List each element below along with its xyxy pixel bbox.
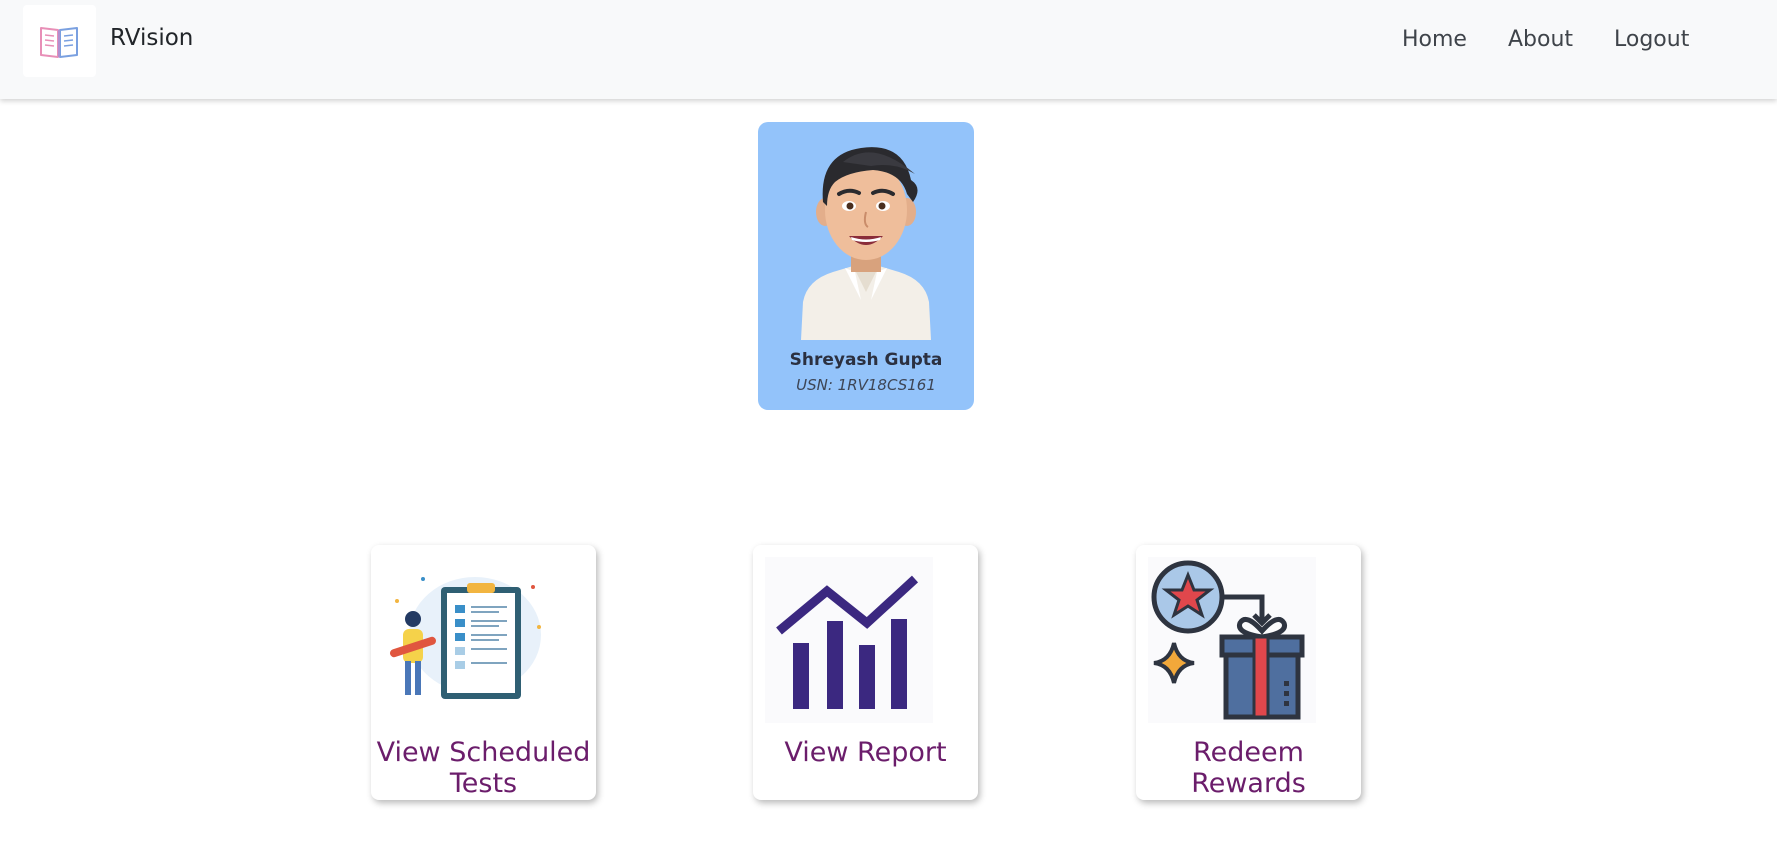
brand-logo[interactable] [23,5,96,77]
profile-name: Shreyash Gupta [789,350,943,370]
view-scheduled-tests-title[interactable]: View Scheduled Tests [371,737,596,799]
navbar: RVision Home About Logout [0,0,1777,99]
nav-link-logout[interactable]: Logout [1614,27,1689,52]
nav-link-home[interactable]: Home [1402,27,1467,52]
redeem-rewards-title[interactable]: Redeem Rewards [1136,737,1361,799]
view-report-title[interactable]: View Report [753,737,978,768]
view-report-card[interactable]: View Report [753,545,978,800]
view-scheduled-tests-card[interactable]: View Scheduled Tests [371,545,596,800]
clipboard-checklist-icon [389,577,541,699]
open-book-icon [40,27,78,58]
brand-name[interactable]: RVision [110,25,193,51]
nav-link-about[interactable]: About [1508,27,1573,52]
redeem-rewards-card[interactable]: Redeem Rewards [1136,545,1361,800]
avatar [801,147,931,340]
profile-usn: USN: 1RV18CS161 [796,376,936,394]
gift-reward-icon [1148,557,1316,723]
chart-growth-icon [765,557,933,723]
profile-card: Shreyash Gupta USN: 1RV18CS161 [758,122,974,410]
